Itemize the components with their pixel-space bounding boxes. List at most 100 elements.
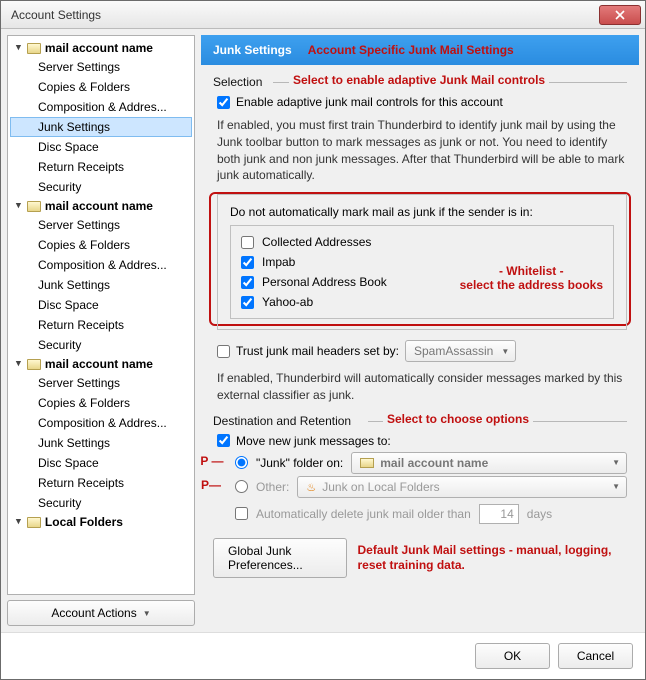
junk-folder-label: "Junk" folder on: bbox=[256, 456, 343, 470]
envelope-icon bbox=[27, 517, 41, 528]
move-junk-checkbox[interactable] bbox=[217, 434, 230, 447]
envelope-icon bbox=[27, 43, 41, 54]
tree-account-header[interactable]: ▲ mail account name bbox=[10, 39, 192, 57]
account-settings-dialog: Account Settings ▲ mail account name Serve… bbox=[0, 0, 646, 680]
triangle-down-icon: ▲ bbox=[14, 359, 23, 369]
whitelist-book-checkbox[interactable] bbox=[241, 296, 254, 309]
tree-item[interactable]: Junk Settings bbox=[10, 275, 192, 295]
ok-button[interactable]: OK bbox=[475, 643, 550, 669]
tree-item[interactable]: Security bbox=[10, 335, 192, 355]
enable-adaptive-row[interactable]: Enable adaptive junk mail controls for t… bbox=[217, 95, 627, 109]
junk-folder-radio[interactable] bbox=[235, 456, 248, 469]
account-name: mail account name bbox=[45, 357, 153, 371]
enable-adaptive-label: Enable adaptive junk mail controls for t… bbox=[236, 95, 503, 109]
annotation-selection: Select to enable adaptive Junk Mail cont… bbox=[289, 73, 549, 87]
other-folder-radio-row[interactable]: Other: Junk on Local Folders ▼ bbox=[235, 476, 627, 498]
sidebar: ▲mail account nameServer SettingsCopies … bbox=[7, 35, 195, 626]
tree-item[interactable]: Disc Space bbox=[10, 295, 192, 315]
whitelist-book-label: Collected Addresses bbox=[262, 235, 371, 249]
trust-headers-checkbox[interactable] bbox=[217, 345, 230, 358]
annotation-whitelist-sub: select the address books bbox=[460, 278, 603, 292]
adaptive-description: If enabled, you must first train Thunder… bbox=[217, 117, 627, 184]
global-junk-prefs-button[interactable]: Global Junk Preferences... bbox=[213, 538, 347, 578]
account-name: Local Folders bbox=[45, 515, 123, 529]
annotation-whitelist-title: - Whitelist - bbox=[460, 264, 603, 278]
window-title: Account Settings bbox=[11, 8, 599, 22]
auto-delete-days-input[interactable] bbox=[479, 504, 519, 524]
envelope-icon bbox=[27, 359, 41, 370]
tree-item[interactable]: Composition & Addres... bbox=[10, 255, 192, 275]
close-button[interactable] bbox=[599, 5, 641, 25]
chevron-down-icon: ▼ bbox=[612, 458, 620, 467]
tree-account-header[interactable]: ▲ Local Folders bbox=[10, 513, 192, 531]
tree-item[interactable]: Disc Space bbox=[10, 453, 192, 473]
tree-item[interactable]: Return Receipts bbox=[10, 157, 192, 177]
tree-item[interactable]: Junk Settings bbox=[10, 117, 192, 137]
account-name: mail account name bbox=[45, 199, 153, 213]
account-actions-label: Account Actions bbox=[51, 606, 136, 620]
selection-section-label: Selection Select to enable adaptive Junk… bbox=[213, 75, 627, 89]
auto-delete-label: Automatically delete junk mail older tha… bbox=[256, 507, 471, 521]
annotation-header: Account Specific Junk Mail Settings bbox=[308, 43, 514, 57]
whitelist-book-label: Impab bbox=[262, 255, 295, 269]
auto-delete-checkbox[interactable] bbox=[235, 507, 248, 520]
trust-headers-row[interactable]: Trust junk mail headers set by: SpamAssa… bbox=[217, 340, 627, 362]
whitelist-list: - Whitelist - select the address books C… bbox=[230, 225, 614, 319]
chevron-down-icon: ▼ bbox=[612, 482, 620, 491]
tree-item[interactable]: Server Settings bbox=[10, 373, 192, 393]
tree-item[interactable]: Junk Settings bbox=[10, 433, 192, 453]
tree-item[interactable]: Disc Space bbox=[10, 137, 192, 157]
junk-icon bbox=[306, 480, 316, 494]
tree-account-header[interactable]: ▲ mail account name bbox=[10, 197, 192, 215]
other-folder-radio[interactable] bbox=[235, 480, 248, 493]
tree-item[interactable]: Composition & Addres... bbox=[10, 413, 192, 433]
tree-item[interactable]: Copies & Folders bbox=[10, 393, 192, 413]
account-name: mail account name bbox=[45, 41, 153, 55]
auto-delete-row[interactable]: Automatically delete junk mail older tha… bbox=[235, 504, 627, 524]
move-junk-row[interactable]: Move new junk messages to: bbox=[217, 434, 627, 448]
tree-item[interactable]: Return Receipts bbox=[10, 473, 192, 493]
whitelist-book-row[interactable]: Collected Addresses bbox=[239, 232, 605, 252]
tree-item[interactable]: Server Settings bbox=[10, 215, 192, 235]
envelope-icon bbox=[27, 201, 41, 212]
titlebar: Account Settings bbox=[1, 1, 645, 29]
enable-adaptive-checkbox[interactable] bbox=[217, 96, 230, 109]
cancel-button[interactable]: Cancel bbox=[558, 643, 633, 669]
whitelist-book-label: Personal Address Book bbox=[262, 275, 387, 289]
auto-delete-suffix: days bbox=[527, 507, 552, 521]
whitelist-label: Do not automatically mark mail as junk i… bbox=[230, 205, 533, 219]
whitelist-book-checkbox[interactable] bbox=[241, 256, 254, 269]
triangle-down-icon: ▲ bbox=[14, 43, 23, 53]
other-folder-dropdown[interactable]: Junk on Local Folders ▼ bbox=[297, 476, 627, 498]
trust-headers-dropdown[interactable]: SpamAssassin ▼ bbox=[405, 340, 516, 362]
junk-folder-dropdown[interactable]: mail account name ▼ bbox=[351, 452, 627, 474]
whitelist-book-checkbox[interactable] bbox=[241, 236, 254, 249]
tree-item[interactable]: Security bbox=[10, 177, 192, 197]
tree-item[interactable]: Security bbox=[10, 493, 192, 513]
content-title: Junk Settings bbox=[213, 43, 292, 57]
whitelist-book-checkbox[interactable] bbox=[241, 276, 254, 289]
trust-headers-label: Trust junk mail headers set by: bbox=[236, 344, 399, 358]
tree-item[interactable]: Composition & Addres... bbox=[10, 97, 192, 117]
trust-description: If enabled, Thunderbird will automatical… bbox=[217, 370, 627, 404]
destination-section-label: Destination and Retention Select to choo… bbox=[213, 414, 627, 428]
triangle-down-icon: ▲ bbox=[14, 201, 23, 211]
junk-folder-radio-row[interactable]: "Junk" folder on: mail account name ▼ bbox=[235, 452, 627, 474]
annotation-pop: POP — bbox=[201, 454, 223, 468]
account-tree[interactable]: ▲mail account nameServer SettingsCopies … bbox=[7, 35, 195, 595]
tree-item[interactable]: Return Receipts bbox=[10, 315, 192, 335]
annotation-dest: Select to choose options bbox=[383, 412, 533, 426]
tree-item[interactable]: Copies & Folders bbox=[10, 235, 192, 255]
envelope-icon bbox=[360, 458, 374, 468]
triangle-down-icon: ▲ bbox=[14, 517, 23, 527]
account-actions-button[interactable]: Account Actions ▼ bbox=[7, 600, 195, 626]
tree-item[interactable]: Copies & Folders bbox=[10, 77, 192, 97]
content-header: Junk Settings Account Specific Junk Mail… bbox=[201, 35, 639, 65]
tree-account-header[interactable]: ▲ mail account name bbox=[10, 355, 192, 373]
chevron-down-icon: ▼ bbox=[501, 347, 509, 356]
tree-item[interactable]: Server Settings bbox=[10, 57, 192, 77]
other-folder-label: Other: bbox=[256, 480, 289, 494]
whitelist-book-row[interactable]: Yahoo-ab bbox=[239, 292, 605, 312]
chevron-down-icon: ▼ bbox=[143, 609, 151, 618]
move-junk-label: Move new junk messages to: bbox=[236, 434, 391, 448]
